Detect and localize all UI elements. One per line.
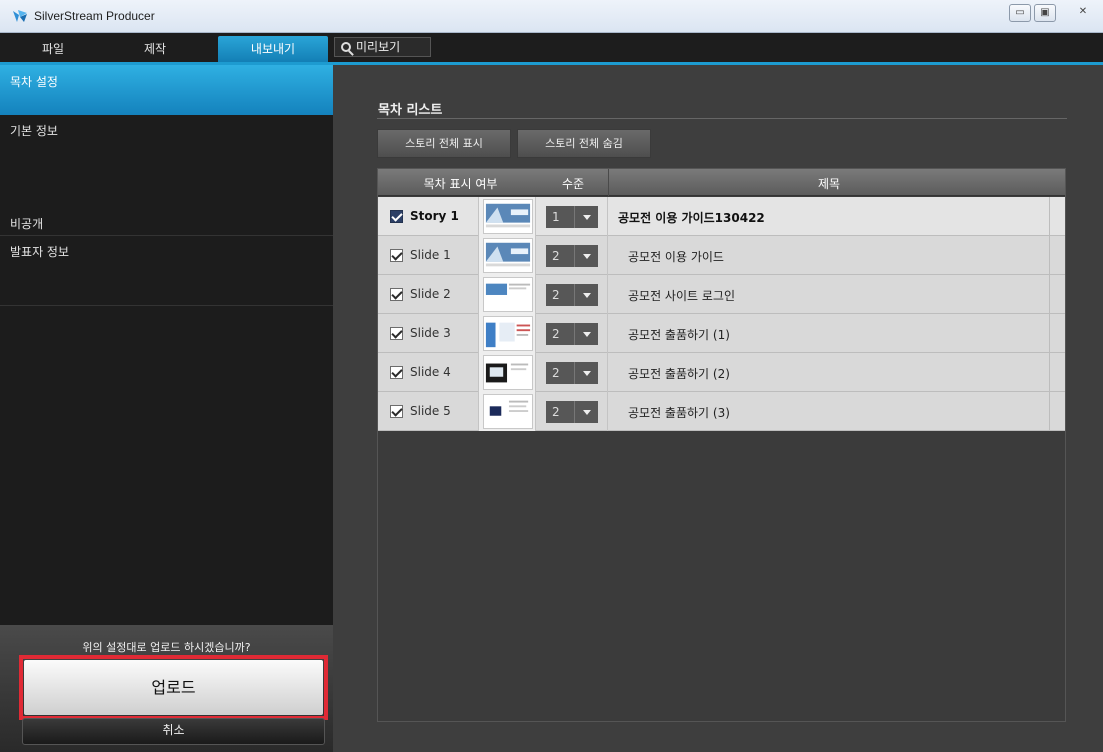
row-title: 공모전 출품하기 (1) <box>628 328 730 342</box>
sidebar-item-presenter-info[interactable]: 발표자 정보 <box>0 243 333 260</box>
level-value: 2 <box>552 366 560 380</box>
search-icon <box>341 42 351 52</box>
table-row[interactable]: Story 1 1 공모전 이용 가이드130422 <box>378 197 1065 236</box>
level-select[interactable]: 2 <box>546 245 598 267</box>
divider <box>0 235 333 236</box>
row-checkbox[interactable] <box>390 210 403 223</box>
level-select[interactable]: 2 <box>546 323 598 345</box>
table-row[interactable]: Slide 5 2 공모전 출품하기 (3) <box>378 392 1065 431</box>
hide-all-stories-button[interactable]: 스토리 전체 숨김 <box>517 129 651 158</box>
menu-bar: 파일 제작 내보내기 <box>0 33 1103 62</box>
close-button[interactable]: ✕ <box>1069 4 1097 22</box>
row-checkbox[interactable] <box>390 327 403 340</box>
row-title: 공모전 이용 가이드 <box>628 250 724 264</box>
slide-thumbnail <box>483 199 533 234</box>
sidebar-item-label: 목차 설정 <box>10 75 58 89</box>
divider <box>377 118 1067 119</box>
slide-thumbnail <box>483 355 533 390</box>
show-all-stories-button[interactable]: 스토리 전체 표시 <box>377 129 511 158</box>
level-value: 2 <box>552 327 560 341</box>
level-value: 2 <box>552 249 560 263</box>
tab-file[interactable]: 파일 <box>20 36 86 62</box>
row-name: Slide 4 <box>410 365 451 379</box>
thumbnail-cell <box>478 353 536 392</box>
level-cell: 2 <box>536 275 608 314</box>
preview-label: 미리보기 <box>356 40 401 54</box>
level-cell: 2 <box>536 236 608 275</box>
preview-button[interactable]: 미리보기 <box>334 37 431 57</box>
cancel-button[interactable]: 취소 <box>22 718 325 745</box>
tab-export[interactable]: 내보내기 <box>218 36 328 62</box>
row-checkbox[interactable] <box>390 366 403 379</box>
column-header-title: 제목 <box>817 177 841 191</box>
row-name: Slide 1 <box>410 248 451 262</box>
row-name: Story 1 <box>410 209 459 223</box>
upload-question: 위의 설정대로 업로드 하시겠습니까? <box>82 641 251 654</box>
table-row[interactable]: Slide 3 2 공모전 출품하기 (1) <box>378 314 1065 353</box>
thumbnail-cell <box>478 197 536 236</box>
column-divider <box>1049 353 1050 392</box>
table-row[interactable]: Slide 2 2 공모전 사이트 로그인 <box>378 275 1065 314</box>
level-select[interactable]: 1 <box>546 206 598 228</box>
maximize-button[interactable]: ▣ <box>1034 4 1056 22</box>
sidebar-item-basic-info[interactable]: 기본 정보 <box>0 122 333 139</box>
row-title: 공모전 출품하기 (2) <box>628 367 730 381</box>
thumbnail-cell <box>478 275 536 314</box>
column-divider <box>1049 236 1050 275</box>
divider <box>0 305 333 306</box>
table-header: 목차 표시 여부 수준 제목 <box>378 169 1065 196</box>
column-header-show: 목차 표시 여부 <box>423 177 498 191</box>
row-name: Slide 2 <box>410 287 451 301</box>
slide-thumbnail <box>483 238 533 273</box>
column-divider <box>1049 197 1050 236</box>
thumbnail-cell <box>478 392 536 431</box>
column-divider <box>1049 392 1050 431</box>
title-bar: SilverStream Producer ▭ ▣ ✕ <box>0 0 1103 33</box>
level-value: 1 <box>552 210 560 224</box>
table-row[interactable]: Slide 1 2 공모전 이용 가이드 <box>378 236 1065 275</box>
toc-table: 목차 표시 여부 수준 제목 Story 1 1 공모전 이용 가이드13042… <box>377 168 1066 722</box>
level-value: 2 <box>552 405 560 419</box>
window-title: SilverStream Producer <box>34 9 155 23</box>
slide-thumbnail <box>483 277 533 312</box>
upload-button[interactable]: 업로드 <box>24 660 323 715</box>
level-cell: 2 <box>536 353 608 392</box>
row-name: Slide 3 <box>410 326 451 340</box>
row-name: Slide 5 <box>410 404 451 418</box>
level-value: 2 <box>552 288 560 302</box>
row-checkbox[interactable] <box>390 288 403 301</box>
level-cell: 1 <box>536 197 608 236</box>
column-divider <box>1049 314 1050 353</box>
row-title: 공모전 사이트 로그인 <box>628 289 735 303</box>
row-checkbox[interactable] <box>390 249 403 262</box>
app-logo-icon <box>13 10 27 22</box>
column-divider <box>1049 275 1050 314</box>
level-cell: 2 <box>536 314 608 353</box>
level-cell: 2 <box>536 392 608 431</box>
row-title: 공모전 출품하기 (3) <box>628 406 730 420</box>
column-header-level: 수준 <box>561 177 585 191</box>
row-checkbox[interactable] <box>390 405 403 418</box>
slide-thumbnail <box>483 316 533 351</box>
tab-create[interactable]: 제작 <box>122 36 188 62</box>
level-select[interactable]: 2 <box>546 401 598 423</box>
table-row[interactable]: Slide 4 2 공모전 출품하기 (2) <box>378 353 1065 392</box>
thumbnail-cell <box>478 314 536 353</box>
slide-thumbnail <box>483 394 533 429</box>
row-title: 공모전 이용 가이드130422 <box>618 211 765 225</box>
level-select[interactable]: 2 <box>546 362 598 384</box>
sidebar-item-private[interactable]: 비공개 <box>0 215 333 232</box>
level-select[interactable]: 2 <box>546 284 598 306</box>
section-title: 목차 리스트 <box>378 103 443 118</box>
sidebar-item-toc-settings[interactable]: 목차 설정 <box>0 65 348 115</box>
minimize-button[interactable]: ▭ <box>1009 4 1031 22</box>
thumbnail-cell <box>478 236 536 275</box>
